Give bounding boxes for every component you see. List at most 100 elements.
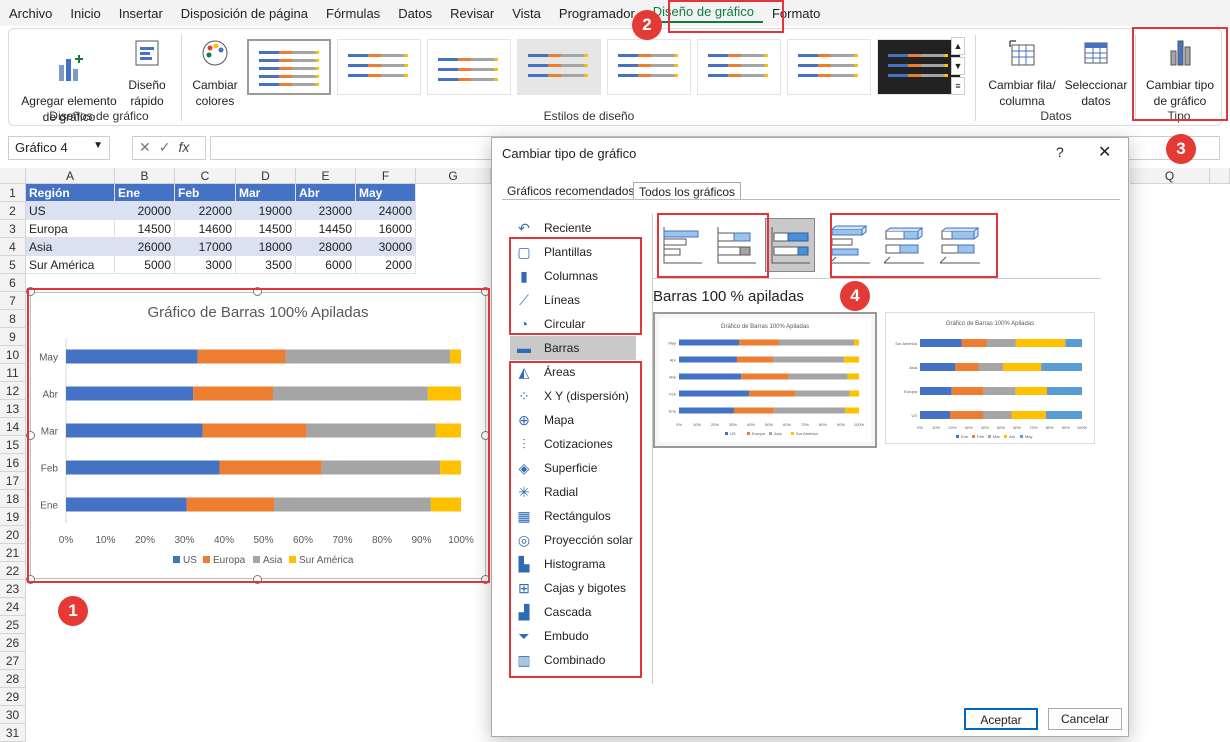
row-header[interactable]: 16 (0, 454, 26, 472)
chart-type-item[interactable]: ▦ Rectángulos (510, 504, 636, 528)
chart-style-1[interactable] (247, 39, 331, 95)
row-header[interactable]: 21 (0, 544, 26, 562)
change-colors-button[interactable]: Cambiar colores (187, 37, 243, 109)
chart-type-item[interactable]: ▮ Columnas (510, 264, 636, 288)
table-cell[interactable]: 30000 (356, 238, 416, 256)
table-cell[interactable]: 26000 (115, 238, 175, 256)
chart-type-item[interactable]: ⏷ Embudo (510, 624, 636, 648)
subtype-3d-stacked-bar[interactable] (879, 218, 929, 272)
preview-option-1[interactable]: Gráfico de Barras 100% Apiladas May Abr Mar… (653, 312, 877, 448)
change-chart-type-button[interactable]: Cambiar tipo de gráfico (1141, 37, 1219, 109)
table-cell[interactable]: 17000 (175, 238, 236, 256)
table-cell[interactable]: 19000 (236, 202, 296, 220)
subtype-stacked-bar[interactable] (711, 218, 761, 272)
row-header[interactable]: 3 (0, 220, 26, 238)
cancel-icon[interactable]: ✕ (139, 139, 159, 155)
chart-type-item[interactable]: ▬ Barras (510, 336, 636, 360)
close-icon[interactable]: ✕ (1098, 142, 1111, 162)
col-header-f[interactable]: F (356, 168, 416, 184)
resize-handle[interactable] (253, 575, 262, 584)
resize-handle[interactable] (481, 575, 490, 584)
chart-type-item[interactable]: ◔ Circular (510, 312, 636, 336)
menu-programador[interactable]: Programador (550, 6, 644, 21)
switch-row-column-button[interactable]: Cambiar fila/ columna (985, 37, 1059, 109)
col-header-d[interactable]: D (236, 168, 296, 184)
table-header-cell[interactable]: Abr (296, 184, 356, 202)
row-header[interactable]: 4 (0, 238, 26, 256)
row-header[interactable]: 13 (0, 400, 26, 418)
quick-layout-button[interactable]: Diseño rápido (121, 37, 173, 109)
chart-style-3[interactable] (427, 39, 511, 95)
table-header-cell[interactable]: May (356, 184, 416, 202)
chart-type-item[interactable]: ⊕ Mapa (510, 408, 636, 432)
row-header[interactable]: 26 (0, 634, 26, 652)
table-cell[interactable]: 5000 (115, 256, 175, 274)
table-header-cell[interactable]: Mar (236, 184, 296, 202)
row-header[interactable]: 31 (0, 724, 26, 742)
table-cell[interactable]: 24000 (356, 202, 416, 220)
row-header[interactable]: 23 (0, 580, 26, 598)
resize-handle[interactable] (481, 431, 490, 440)
table-cell[interactable]: 28000 (296, 238, 356, 256)
menu-archivo[interactable]: Archivo (0, 6, 61, 21)
tab-recommended[interactable]: Gráficos recomendados (502, 182, 639, 200)
row-header[interactable]: 11 (0, 364, 26, 382)
row-header[interactable]: 17 (0, 472, 26, 490)
table-cell[interactable]: Asia (26, 238, 115, 256)
resize-handle[interactable] (26, 431, 35, 440)
row-header[interactable]: 12 (0, 382, 26, 400)
chart-style-8[interactable] (877, 39, 961, 95)
row-header[interactable]: 20 (0, 526, 26, 544)
menu-formato[interactable]: Formato (763, 6, 829, 21)
row-header[interactable]: 10 (0, 346, 26, 364)
table-cell[interactable]: Sur América (26, 256, 115, 274)
select-all-corner[interactable] (0, 168, 26, 184)
row-header[interactable]: 19 (0, 508, 26, 526)
chart-type-item[interactable]: ↶ Reciente (510, 216, 636, 240)
select-data-button[interactable]: Seleccionar datos (1061, 37, 1131, 109)
row-header[interactable]: 22 (0, 562, 26, 580)
chart-style-2[interactable] (337, 39, 421, 95)
preview-option-2[interactable]: Gráfico de Barras 100% Apiladas Sur Améri… (885, 312, 1095, 444)
table-cell[interactable]: 16000 (356, 220, 416, 238)
table-cell[interactable]: US (26, 202, 115, 220)
row-header[interactable]: 29 (0, 688, 26, 706)
resize-handle[interactable] (481, 287, 490, 296)
subtype-clustered-bar[interactable] (657, 218, 707, 272)
menu-insertar[interactable]: Insertar (110, 6, 172, 21)
table-cell[interactable]: 14450 (296, 220, 356, 238)
menu-datos[interactable]: Datos (389, 6, 441, 21)
subtype-3d-100-stacked-bar[interactable] (935, 218, 985, 272)
gallery-up-button[interactable]: ▲ (951, 37, 965, 55)
chart-type-item[interactable]: ⊞ Cajas y bigotes (510, 576, 636, 600)
chart-style-4[interactable] (517, 39, 601, 95)
row-header[interactable]: 7 (0, 292, 26, 310)
table-header-cell[interactable]: Región (26, 184, 115, 202)
col-header-b[interactable]: B (115, 168, 175, 184)
resize-handle[interactable] (26, 287, 35, 296)
col-header-c[interactable]: C (175, 168, 236, 184)
table-cell[interactable]: 3000 (175, 256, 236, 274)
table-cell[interactable]: Europa (26, 220, 115, 238)
chart-type-item[interactable]: ▙ Histograma (510, 552, 636, 576)
menu-inicio[interactable]: Inicio (61, 6, 109, 21)
row-header[interactable]: 14 (0, 418, 26, 436)
table-cell[interactable]: 23000 (296, 202, 356, 220)
subtype-3d-clustered-bar[interactable] (825, 218, 875, 272)
table-cell[interactable]: 20000 (115, 202, 175, 220)
col-header-q[interactable]: Q (1130, 168, 1210, 184)
chart-type-item[interactable]: ◈ Superficie (510, 456, 636, 480)
col-header-r[interactable] (1210, 168, 1230, 184)
table-header-cell[interactable]: Feb (175, 184, 236, 202)
chart-type-item[interactable]: ▥ Combinado (510, 648, 636, 672)
chart-style-6[interactable] (697, 39, 781, 95)
table-cell[interactable]: 18000 (236, 238, 296, 256)
row-header[interactable]: 15 (0, 436, 26, 454)
name-box[interactable]: Gráfico 4 ▼ (8, 136, 110, 160)
row-header[interactable]: 28 (0, 670, 26, 688)
tab-all-charts[interactable]: Todos los gráficos (633, 182, 742, 200)
chart-type-item[interactable]: ⫶ Cotizaciones (510, 432, 636, 456)
menu-formulas[interactable]: Fórmulas (317, 6, 389, 21)
row-header[interactable]: 2 (0, 202, 26, 220)
chart-100-stacked-bar[interactable]: Gráfico de Barras 100% Apiladas May Abr Mar… (30, 292, 486, 579)
